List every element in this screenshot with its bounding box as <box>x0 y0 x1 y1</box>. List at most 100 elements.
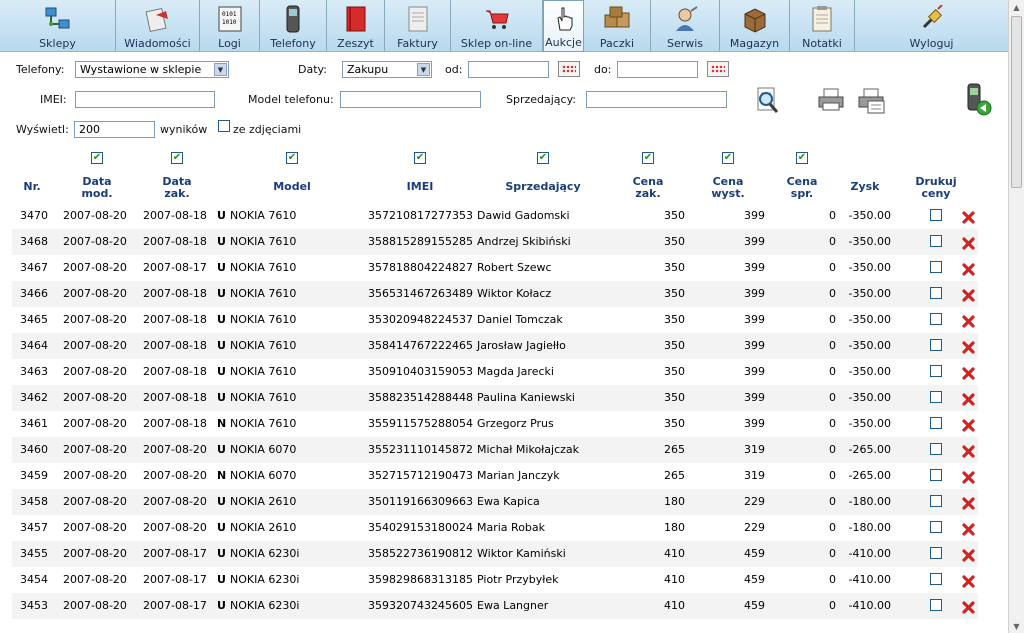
column-toggle-checkbox[interactable]: ✔ <box>414 152 426 164</box>
date-from-input[interactable] <box>468 61 549 78</box>
table-row[interactable]: 3459 2007-08-20 2007-08-20 N NOKIA 6070 35271… <box>12 463 978 489</box>
add-phone-icon[interactable] <box>964 83 994 117</box>
column-header[interactable]: Zysk <box>845 181 885 193</box>
column-header[interactable]: Cena wyst. <box>708 176 748 200</box>
column-header[interactable]: Data mod. <box>68 176 126 200</box>
calendar-to-icon[interactable] <box>707 61 729 77</box>
table-row[interactable]: 3468 2007-08-20 2007-08-18 U NOKIA 7610 35881… <box>12 229 978 255</box>
table-row[interactable]: 3457 2007-08-20 2007-08-20 U NOKIA 2610 35402… <box>12 515 978 541</box>
results-count-input[interactable] <box>74 121 155 138</box>
print-price-checkbox[interactable] <box>930 469 942 481</box>
date-to-input[interactable] <box>617 61 698 78</box>
vertical-scrollbar[interactable]: ▲ ▼ <box>1008 0 1024 633</box>
table-row[interactable]: 3454 2007-08-20 2007-08-17 U NOKIA 6230i 3598… <box>12 567 978 593</box>
delete-icon[interactable] <box>962 419 975 432</box>
column-toggle-checkbox[interactable]: ✔ <box>796 152 808 164</box>
print-price-checkbox[interactable] <box>930 417 942 429</box>
column-header[interactable]: Cena zak. <box>628 176 668 200</box>
table-row[interactable]: 3467 2007-08-20 2007-08-17 U NOKIA 7610 35781… <box>12 255 978 281</box>
column-header[interactable]: Sprzedający <box>498 181 588 193</box>
column-header[interactable]: IMEI <box>390 181 450 193</box>
column-toggle-checkbox[interactable]: ✔ <box>91 152 103 164</box>
print-price-checkbox[interactable] <box>930 287 942 299</box>
delete-icon[interactable] <box>962 497 975 510</box>
toolbar-serwis-button[interactable]: Serwis <box>651 0 720 52</box>
print-price-checkbox[interactable] <box>930 547 942 559</box>
print-price-checkbox[interactable] <box>930 365 942 377</box>
toolbar-wyloguj-button[interactable]: Wyloguj <box>855 0 1008 52</box>
print-price-checkbox[interactable] <box>930 573 942 585</box>
delete-icon[interactable] <box>962 471 975 484</box>
toolbar-magazyn-button[interactable]: Magazyn <box>720 0 790 52</box>
column-header[interactable]: Drukuj ceny <box>908 176 964 200</box>
column-toggle-checkbox[interactable]: ✔ <box>722 152 734 164</box>
imei-input[interactable] <box>75 91 215 108</box>
printer-icon[interactable] <box>816 88 846 112</box>
delete-icon[interactable] <box>962 289 975 302</box>
print-price-checkbox[interactable] <box>930 391 942 403</box>
toolbar-paczki-button[interactable]: Paczki <box>584 0 651 52</box>
scrollbar-thumb[interactable] <box>1011 16 1022 188</box>
toolbar-notatki-button[interactable]: Notatki <box>790 0 855 52</box>
toolbar-sklepy-button[interactable]: Sklepy <box>0 0 116 52</box>
toolbar-sklep-on-line-button[interactable]: Sklep on-line <box>451 0 543 52</box>
print-price-checkbox[interactable] <box>930 313 942 325</box>
toolbar-wiadomo-ci-button[interactable]: Wiadomości <box>116 0 200 52</box>
column-toggle-checkbox[interactable]: ✔ <box>642 152 654 164</box>
column-toggle-checkbox[interactable]: ✔ <box>171 152 183 164</box>
scroll-down-icon[interactable]: ▼ <box>1012 622 1021 631</box>
delete-icon[interactable] <box>962 315 975 328</box>
scroll-up-icon[interactable]: ▲ <box>1012 3 1021 12</box>
column-header[interactable]: Model <box>248 181 336 193</box>
print-price-checkbox[interactable] <box>930 521 942 533</box>
cell-cz: 265 <box>664 443 685 456</box>
table-row[interactable]: 3460 2007-08-20 2007-08-20 U NOKIA 6070 35523… <box>12 437 978 463</box>
table-row[interactable]: 3470 2007-08-20 2007-08-18 U NOKIA 7610 35721… <box>12 203 978 229</box>
photos-checkbox[interactable] <box>218 120 230 132</box>
delete-icon[interactable] <box>962 393 975 406</box>
delete-icon[interactable] <box>962 575 975 588</box>
column-toggle-checkbox[interactable]: ✔ <box>286 152 298 164</box>
delete-icon[interactable] <box>962 523 975 536</box>
column-header[interactable]: Data zak. <box>148 176 206 200</box>
table-row[interactable]: 3464 2007-08-20 2007-08-18 U NOKIA 7610 35841… <box>12 333 978 359</box>
table-row[interactable]: 3463 2007-08-20 2007-08-18 U NOKIA 7610 35091… <box>12 359 978 385</box>
print-price-checkbox[interactable] <box>930 235 942 247</box>
delete-icon[interactable] <box>962 237 975 250</box>
print-price-checkbox[interactable] <box>930 261 942 273</box>
dates-type-select[interactable]: Zakupu ▼ <box>342 61 432 78</box>
table-row[interactable]: 3461 2007-08-20 2007-08-18 N NOKIA 7610 35591… <box>12 411 978 437</box>
print-price-checkbox[interactable] <box>930 209 942 221</box>
toolbar-faktury-button[interactable]: Faktury <box>385 0 451 52</box>
table-row[interactable]: 3465 2007-08-20 2007-08-18 U NOKIA 7610 35302… <box>12 307 978 333</box>
table-row[interactable]: 3455 2007-08-20 2007-08-17 U NOKIA 6230i 3585… <box>12 541 978 567</box>
table-row[interactable]: 3466 2007-08-20 2007-08-18 U NOKIA 7610 35653… <box>12 281 978 307</box>
toolbar-telefony-button[interactable]: Telefony <box>260 0 327 52</box>
column-header[interactable]: Cena spr. <box>785 176 819 200</box>
table-row[interactable]: 3458 2007-08-20 2007-08-20 U NOKIA 2610 35011… <box>12 489 978 515</box>
seller-input[interactable] <box>586 91 727 108</box>
table-row[interactable]: 3462 2007-08-20 2007-08-18 U NOKIA 7610 35882… <box>12 385 978 411</box>
search-icon[interactable] <box>755 86 781 114</box>
delete-icon[interactable] <box>962 549 975 562</box>
phones-filter-select[interactable]: Wystawione w sklepie ▼ <box>75 61 229 78</box>
calendar-from-icon[interactable] <box>558 61 580 77</box>
delete-icon[interactable] <box>962 341 975 354</box>
table-row[interactable]: 3453 2007-08-20 2007-08-17 U NOKIA 6230i 3593… <box>12 593 978 619</box>
print-price-checkbox[interactable] <box>930 495 942 507</box>
delete-icon[interactable] <box>962 601 975 614</box>
column-toggle-checkbox[interactable]: ✔ <box>537 152 549 164</box>
delete-icon[interactable] <box>962 263 975 276</box>
toolbar-zeszyt-button[interactable]: Zeszyt <box>327 0 385 52</box>
print-price-checkbox[interactable] <box>930 339 942 351</box>
delete-icon[interactable] <box>962 445 975 458</box>
toolbar-logi-button[interactable]: 0101 1010 Logi <box>200 0 260 52</box>
print-price-checkbox[interactable] <box>930 599 942 611</box>
column-header[interactable]: Nr. <box>22 181 42 193</box>
model-input[interactable] <box>340 91 481 108</box>
delete-icon[interactable] <box>962 367 975 380</box>
delete-icon[interactable] <box>962 211 975 224</box>
toolbar-aukcje-button[interactable]: Aukcje <box>543 0 584 52</box>
print-list-icon[interactable] <box>856 88 886 114</box>
print-price-checkbox[interactable] <box>930 443 942 455</box>
